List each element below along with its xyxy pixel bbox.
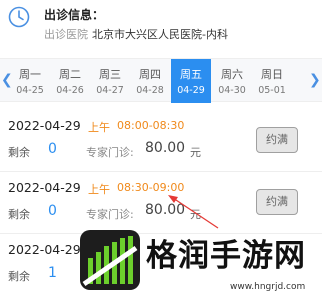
date-tab-date: 04-28 [136, 85, 164, 96]
slot-time: 08:00-08:30 [117, 119, 185, 132]
visit-info-title: 出诊信息： [44, 8, 105, 22]
slot-date: 2022-04-29 [8, 118, 81, 133]
date-selector: ❮ 周一 04-25 周二 04-26 周三 04-27 周四 04-28 周五… [0, 58, 322, 103]
watermark: 格润手游网 www.hngrjd.com [70, 222, 322, 294]
date-tab-date: 04-27 [96, 85, 124, 96]
slot-remaining-count: 0 [48, 203, 57, 219]
hospital-value: 北京市大兴区人民医院-内科 [92, 28, 228, 41]
slot-fee-label: 专家门诊: [86, 146, 134, 159]
date-tab-date: 04-26 [56, 85, 84, 96]
date-tab-date: 04-30 [218, 85, 246, 96]
date-tab-date: 04-25 [16, 85, 44, 96]
chevron-right-icon[interactable]: ❯ [309, 72, 321, 88]
date-tab-mon[interactable]: 周一 04-25 [10, 59, 50, 103]
slot-remaining-label: 剩余 [8, 270, 30, 283]
date-tab-tue[interactable]: 周二 04-26 [50, 59, 90, 103]
date-tab-weekday: 周五 [180, 68, 202, 81]
visit-info-section: 出诊信息： 出诊医院 北京市大兴区人民医院-内科 [0, 0, 322, 52]
slot-fee-value: 80.00 [145, 202, 186, 218]
date-tab-date: 05-01 [258, 85, 286, 96]
slot-time: 08:30-09:00 [117, 181, 185, 194]
slot-fee-label: 专家门诊: [86, 208, 134, 221]
watermark-text: 格润手游网 [146, 238, 306, 274]
slot-period: 上午 [88, 183, 110, 196]
date-tab-weekday: 周二 [59, 68, 81, 81]
slot-remaining-count: 1 [48, 265, 57, 281]
date-tab-weekday: 周六 [221, 68, 243, 81]
clock-icon [8, 6, 30, 28]
watermark-logo [80, 230, 140, 290]
date-tab-wed[interactable]: 周三 04-27 [90, 59, 130, 103]
slot-remaining-count: 0 [48, 141, 57, 157]
slot-remaining-label: 剩余 [8, 208, 30, 221]
slot-fee-unit: 元 [190, 146, 201, 159]
slot-remaining-label: 剩余 [8, 146, 30, 159]
date-tab-thu[interactable]: 周四 04-28 [130, 59, 170, 103]
date-tab-weekday: 周四 [139, 68, 161, 81]
date-tab-weekday: 周三 [99, 68, 121, 81]
time-slot-row: 2022-04-29 上午 08:00-08:30 剩余 0 专家门诊: 80.… [0, 110, 322, 172]
date-tab-fri-selected[interactable]: 周五 04-29 [171, 59, 211, 103]
date-tab-weekday: 周日 [261, 68, 283, 81]
fully-booked-button[interactable]: 约满 [256, 189, 298, 215]
slot-fee-value: 80.00 [145, 140, 186, 156]
date-tab-sat[interactable]: 周六 04-30 [212, 59, 252, 103]
hospital-label: 出诊医院 [44, 28, 88, 41]
watermark-url: www.hngrjd.com [230, 282, 306, 292]
slot-fee-unit: 元 [190, 208, 201, 221]
date-tab-date: 04-29 [177, 85, 205, 96]
slot-period: 上午 [88, 121, 110, 134]
fully-booked-button[interactable]: 约满 [256, 127, 298, 153]
slot-date: 2022-04-29 [8, 180, 81, 195]
date-tab-sun[interactable]: 周日 05-01 [252, 59, 292, 103]
date-tab-weekday: 周一 [19, 68, 41, 81]
